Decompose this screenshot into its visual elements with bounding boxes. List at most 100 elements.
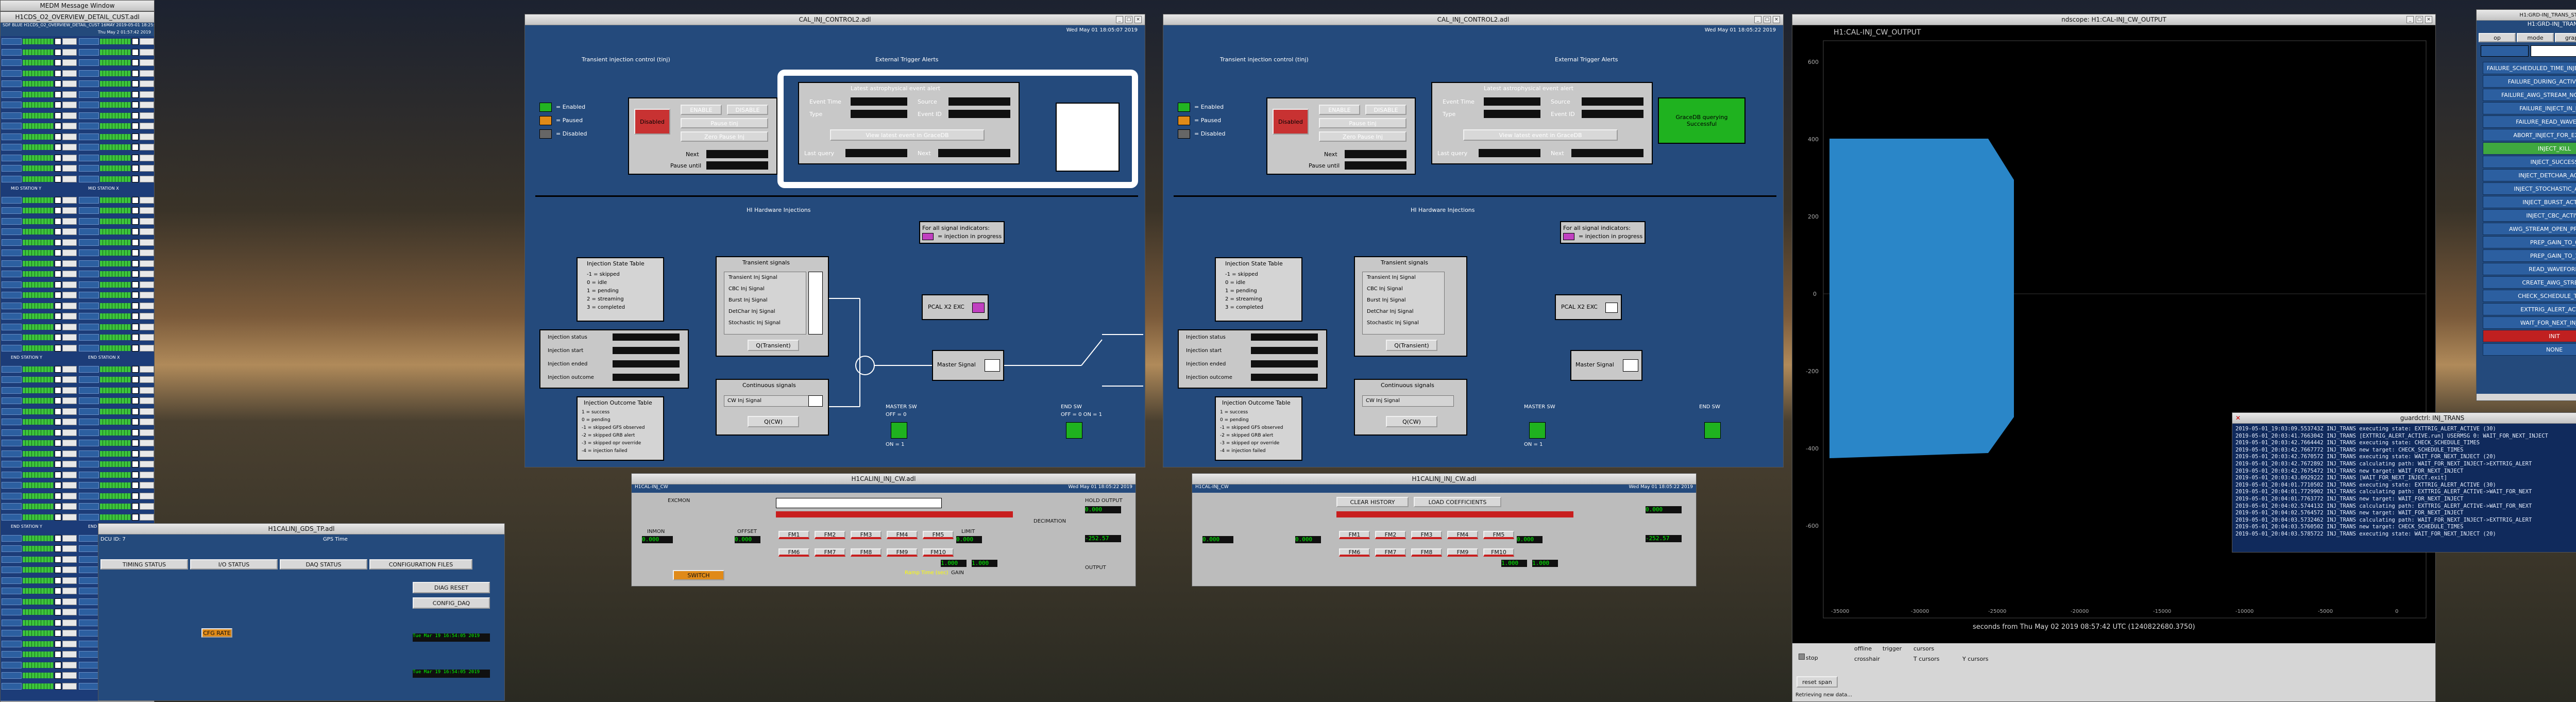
- model-status-row[interactable]: [2, 545, 77, 552]
- guardian-state-item[interactable]: INJECT_CBC_ACTIVE: [2483, 209, 2576, 222]
- model-status-row[interactable]: [2, 323, 77, 330]
- model-status-row[interactable]: [2, 334, 77, 341]
- fm-button-1[interactable]: FM1: [778, 531, 809, 539]
- model-status-row[interactable]: [79, 228, 154, 235]
- fm-button-5[interactable]: FM5: [923, 531, 954, 539]
- cw-button[interactable]: Q(CW): [748, 416, 799, 427]
- model-status-row[interactable]: [2, 112, 77, 119]
- fm-button-4[interactable]: FM4: [887, 531, 918, 539]
- maximize-icon[interactable]: □: [1125, 16, 1132, 23]
- model-status-row[interactable]: [79, 344, 154, 352]
- model-status-row[interactable]: [2, 313, 77, 320]
- model-status-row[interactable]: [2, 80, 77, 87]
- model-status-row[interactable]: [79, 302, 154, 309]
- model-status-row[interactable]: [2, 492, 77, 499]
- model-status-row[interactable]: [2, 281, 77, 288]
- model-status-row[interactable]: [79, 260, 154, 267]
- model-status-row[interactable]: [2, 682, 77, 690]
- guardian-state-item[interactable]: PREP_GAIN_TO_1: [2483, 249, 2576, 262]
- guardian-state-item[interactable]: FAILURE_AWG_STREAM_NOT_CLOSED: [2483, 89, 2576, 101]
- model-status-row[interactable]: [2, 598, 77, 605]
- guardian-tab-op[interactable]: op: [2479, 33, 2516, 42]
- model-status-row[interactable]: [2, 218, 77, 225]
- fm-button-8[interactable]: FM8: [1411, 548, 1442, 557]
- ctrl-right-zero-button[interactable]: Zero Pause Inj: [1319, 131, 1406, 142]
- guardian-state-item[interactable]: ABORT_INJECT_FOR_EXTTRIG: [2483, 129, 2576, 141]
- model-status-row[interactable]: [79, 48, 154, 56]
- model-status-row[interactable]: [79, 207, 154, 214]
- model-status-row[interactable]: [2, 513, 77, 521]
- model-status-row[interactable]: [79, 102, 154, 108]
- model-status-row[interactable]: [2, 302, 77, 309]
- model-status-row[interactable]: [2, 228, 77, 235]
- model-status-row[interactable]: [79, 91, 154, 98]
- fm-button-1[interactable]: FM1: [1339, 531, 1370, 539]
- guardian-state-item[interactable]: FAILURE_DURING_ACTIVE_INJECT: [2483, 75, 2576, 88]
- minimize-icon[interactable]: _: [1116, 16, 1123, 23]
- guardian-state-item[interactable]: INJECT_SUCCESS: [2483, 156, 2576, 168]
- model-status-row[interactable]: [2, 154, 77, 161]
- maximize-icon[interactable]: □: [2416, 16, 2423, 23]
- model-status-row[interactable]: [2, 661, 77, 668]
- model-status-row[interactable]: [79, 271, 154, 277]
- model-status-row[interactable]: [79, 513, 154, 521]
- guardian-state-item[interactable]: READ_WAVEFORM: [2483, 263, 2576, 275]
- minimize-icon[interactable]: _: [1754, 16, 1761, 23]
- model-status-row[interactable]: [79, 38, 154, 45]
- model-status-row[interactable]: [79, 334, 154, 341]
- model-status-row[interactable]: [79, 419, 154, 425]
- model-status-row[interactable]: [2, 440, 77, 446]
- model-status-row[interactable]: [79, 80, 154, 87]
- minimize-icon[interactable]: _: [2406, 16, 2414, 23]
- model-status-row[interactable]: [79, 196, 154, 204]
- model-status-row[interactable]: [2, 534, 77, 542]
- model-status-row[interactable]: [79, 154, 154, 161]
- model-status-row[interactable]: [2, 619, 77, 626]
- model-status-row[interactable]: [79, 397, 154, 404]
- gds-tab-io[interactable]: I/O STATUS: [190, 559, 278, 570]
- model-status-row[interactable]: [2, 387, 77, 394]
- model-status-row[interactable]: [2, 48, 77, 56]
- model-status-row[interactable]: [2, 556, 77, 563]
- model-status-row[interactable]: [79, 59, 154, 66]
- model-status-row[interactable]: [79, 249, 154, 256]
- load-coefficients-button[interactable]: LOAD COEFFICIENTS: [1414, 497, 1501, 507]
- model-status-row[interactable]: [2, 450, 77, 457]
- fm-button-10[interactable]: FM10: [1483, 548, 1514, 557]
- guardian-state-item[interactable]: INJECT_BURST_ACTIVE: [2483, 196, 2576, 208]
- model-status-row[interactable]: [79, 440, 154, 446]
- model-status-row[interactable]: [2, 271, 77, 277]
- model-status-row[interactable]: [2, 70, 77, 77]
- y-cursors-checkbox[interactable]: Y cursors: [1962, 656, 1988, 662]
- model-status-row[interactable]: [79, 292, 154, 298]
- cw-left-orange-button[interactable]: SWITCH: [673, 570, 724, 580]
- model-status-row[interactable]: [79, 365, 154, 373]
- model-status-row[interactable]: [79, 450, 154, 457]
- model-status-row[interactable]: [2, 672, 77, 679]
- diag-reset-button[interactable]: DIAG RESET: [413, 582, 490, 593]
- model-status-row[interactable]: [79, 70, 154, 77]
- guardian-state-item[interactable]: EXTTRIG_ALERT_ACTIVE: [2483, 303, 2576, 315]
- fm-button-5[interactable]: FM5: [1483, 531, 1514, 539]
- ctrl-right-disable-button[interactable]: DISABLE: [1365, 105, 1406, 115]
- offline-tab[interactable]: offline: [1854, 645, 1872, 652]
- guardian-state-item[interactable]: WAIT_FOR_NEXT_INJECT: [2483, 316, 2576, 329]
- model-status-row[interactable]: [79, 175, 154, 182]
- zero-pause-button[interactable]: Zero Pause Inj: [681, 131, 768, 142]
- close-icon[interactable]: ×: [1134, 16, 1142, 23]
- fm-button-6[interactable]: FM6: [778, 548, 809, 557]
- model-status-row[interactable]: [79, 144, 154, 151]
- model-status-row[interactable]: [79, 408, 154, 415]
- model-status-row[interactable]: [79, 218, 154, 225]
- model-status-row[interactable]: [79, 313, 154, 320]
- fm-button-3[interactable]: FM3: [1411, 531, 1442, 539]
- close-icon[interactable]: ×: [1773, 16, 1780, 23]
- fm-button-8[interactable]: FM8: [851, 548, 882, 557]
- model-status-row[interactable]: [2, 260, 77, 267]
- model-status-row[interactable]: [79, 123, 154, 129]
- pause-tinj-button[interactable]: Pause tinj: [681, 118, 768, 128]
- maximize-icon[interactable]: □: [1764, 16, 1771, 23]
- model-status-row[interactable]: [2, 292, 77, 298]
- end-sw-indicator[interactable]: [1066, 422, 1082, 439]
- guardian-state-item[interactable]: INJECT_STOCHASTIC_ACTIVE: [2483, 182, 2576, 195]
